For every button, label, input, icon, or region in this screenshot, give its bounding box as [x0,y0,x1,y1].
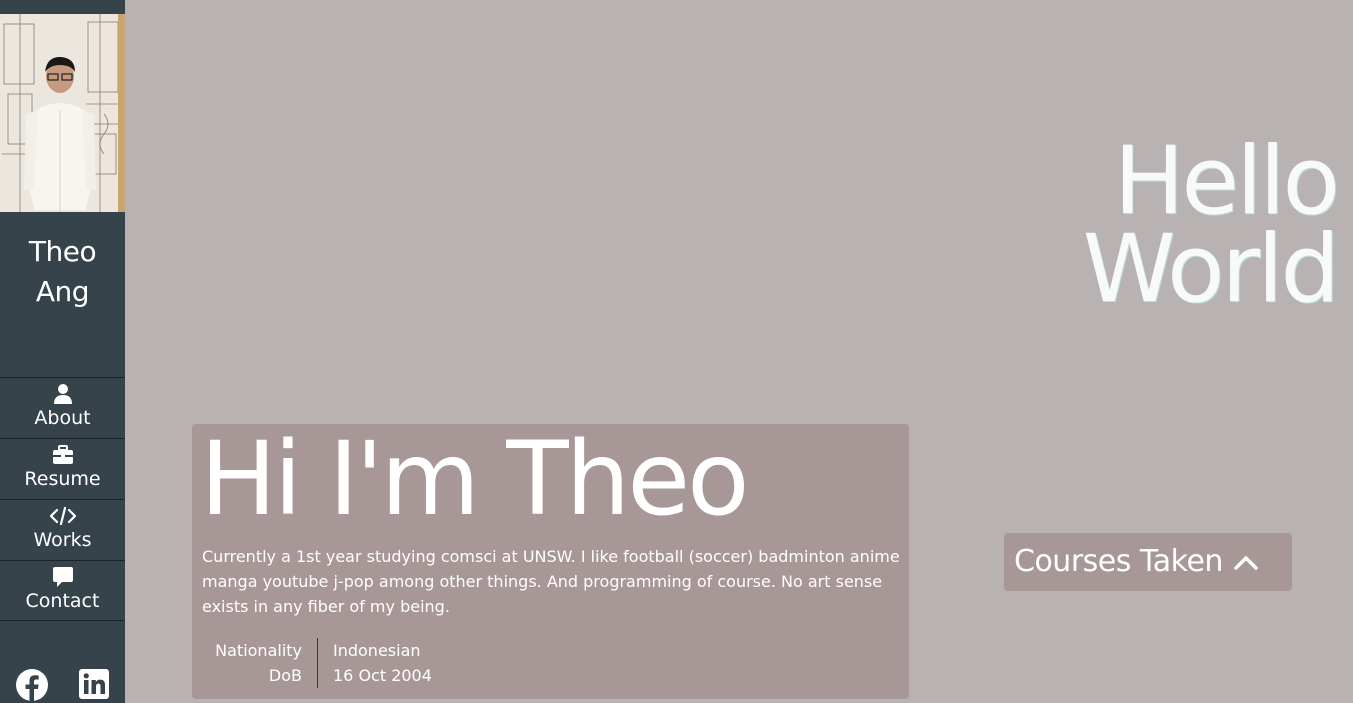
profile-photo [0,14,125,212]
facts-values: Indonesian 16 Oct 2004 [318,638,432,688]
sidebar: Theo Ang About Resume Works Contact [0,0,125,703]
courses-taken-label: Courses Taken [1014,544,1223,579]
briefcase-icon [52,444,74,466]
code-icon [49,505,77,527]
nav-item-about[interactable]: About [0,377,125,438]
social-links [0,668,125,702]
user-icon [53,383,72,405]
fact-key-dob: DoB [268,666,302,685]
comment-icon [52,566,74,588]
nav-label-resume: Resume [24,468,101,490]
fact-value-nationality: Indonesian [333,641,421,660]
nav-label-contact: Contact [25,590,100,612]
hero-heading: Hello World [1082,127,1340,324]
nav-item-contact[interactable]: Contact [0,560,125,621]
nav-label-works: Works [33,529,92,551]
linkedin-icon[interactable] [79,669,109,703]
intro-card: Hi I'm Theo Currently a 1st year studyin… [192,424,909,699]
sidebar-nav: About Resume Works Contact [0,377,125,621]
nav-label-about: About [34,407,91,429]
fact-key-nationality: Nationality [215,641,302,660]
facebook-icon[interactable] [16,668,48,703]
facts-keys: Nationality DoB [202,638,318,688]
courses-taken-button[interactable]: Courses Taken [1004,533,1292,591]
chevron-up-icon [1233,553,1259,571]
intro-description: Currently a 1st year studying comsci at … [202,547,900,616]
fact-value-dob: 16 Oct 2004 [333,666,432,685]
sidebar-name: Theo Ang [0,232,125,312]
name-last: Ang [35,275,90,308]
hero-line-2: World [1082,215,1340,324]
hero-line-1: Hello [1113,127,1340,236]
intro-title: Hi I'm Theo [200,420,749,539]
nav-item-works[interactable]: Works [0,499,125,560]
nav-item-resume[interactable]: Resume [0,438,125,499]
name-first: Theo [28,235,97,268]
facts-table: Nationality DoB Indonesian 16 Oct 2004 [202,638,432,688]
